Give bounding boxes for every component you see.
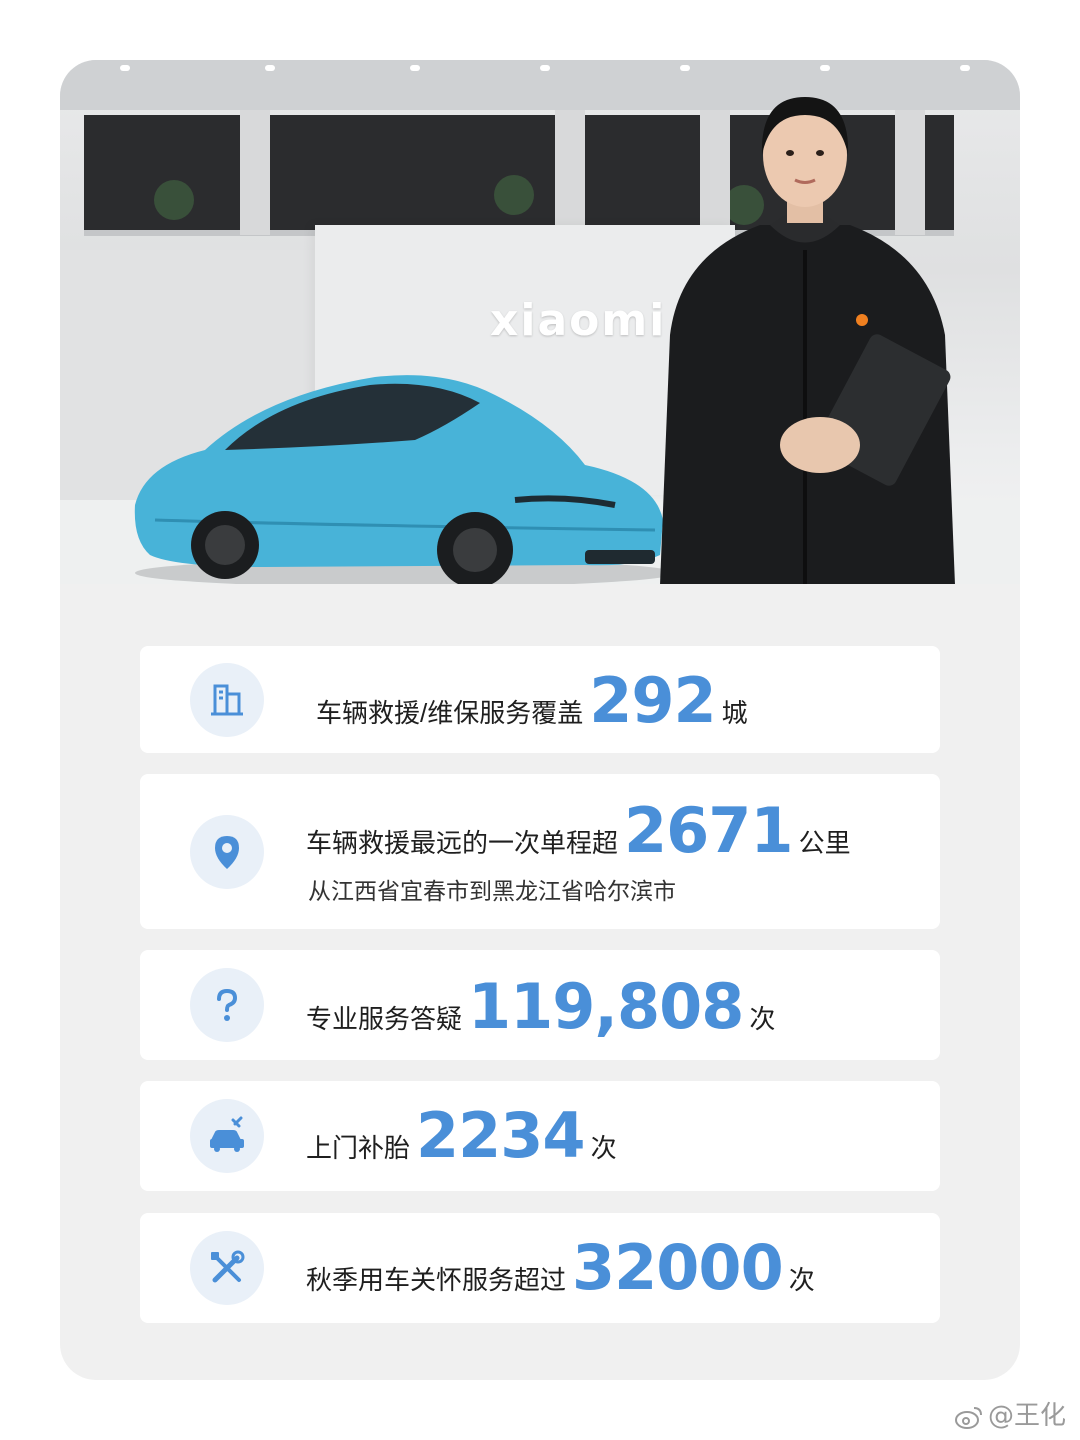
stat-label: 上门补胎 [306, 1133, 411, 1163]
stat-label: 车辆救援/维保服务覆盖 [316, 698, 584, 728]
wrench-screwdriver-icon-wrap [190, 1231, 264, 1305]
location-pin-icon [215, 836, 239, 869]
stat-row-farthest-rescue: 车辆救援最远的一次单程超2671 公里 从江西省宜春市到黑龙江省哈尔滨市 [140, 774, 940, 929]
question-icon [217, 988, 238, 1021]
service-staff-photo [660, 97, 955, 584]
car-repair-icon-wrap [190, 1099, 264, 1173]
stat-value: 119,808 [468, 970, 744, 1043]
wrench-screwdriver-icon [211, 1250, 245, 1283]
stat-value: 2234 [416, 1099, 586, 1172]
stat-value: 2671 [624, 794, 794, 867]
stat-text: 专业服务答疑119,808 次 [306, 970, 775, 1043]
stat-text: 车辆救援/维保服务覆盖292 城 [316, 664, 748, 737]
stat-subtext: 从江西省宜春市到黑龙江省哈尔滨市 [308, 878, 676, 904]
wall-logo: xiaomi [490, 295, 667, 346]
stat-row-consultations: 专业服务答疑119,808 次 [140, 950, 940, 1060]
stat-label: 车辆救援最远的一次单程超 [306, 828, 619, 858]
stat-unit: 公里 [798, 828, 851, 858]
stat-text: 上门补胎2234 次 [306, 1099, 617, 1172]
stat-row-autumn-care: 秋季用车关怀服务超过32000 次 [140, 1213, 940, 1323]
location-pin-icon-wrap [190, 815, 264, 889]
stat-unit: 次 [788, 1265, 815, 1295]
watermark-text: @王化 [987, 1401, 1066, 1431]
stat-row-coverage: 车辆救援/维保服务覆盖292 城 [140, 646, 940, 753]
stat-text: 车辆救援最远的一次单程超2671 公里 [306, 794, 851, 867]
building-icon [211, 684, 243, 716]
building-icon-wrap [190, 663, 264, 737]
weibo-watermark: @王化 [954, 1395, 1066, 1432]
hero-image: xiaomi [60, 60, 1020, 584]
stats-card: xiaomi 车辆救援/维保服务覆盖292 城 车辆救援最远的一次单程超2671… [60, 60, 1020, 1380]
stat-unit: 次 [749, 1004, 776, 1034]
stat-value: 32000 [572, 1231, 784, 1304]
question-icon-wrap [190, 968, 264, 1042]
stat-unit: 城 [721, 698, 748, 728]
stat-text: 秋季用车关怀服务超过32000 次 [306, 1231, 815, 1304]
stat-row-tire-repair: 上门补胎2234 次 [140, 1081, 940, 1191]
stat-unit: 次 [590, 1133, 617, 1163]
car-repair-icon [210, 1116, 244, 1152]
car-illustration [134, 375, 675, 584]
stat-label: 秋季用车关怀服务超过 [306, 1265, 567, 1295]
weibo-icon [954, 1406, 982, 1429]
stat-value: 292 [589, 664, 716, 737]
stat-label: 专业服务答疑 [306, 1004, 463, 1034]
